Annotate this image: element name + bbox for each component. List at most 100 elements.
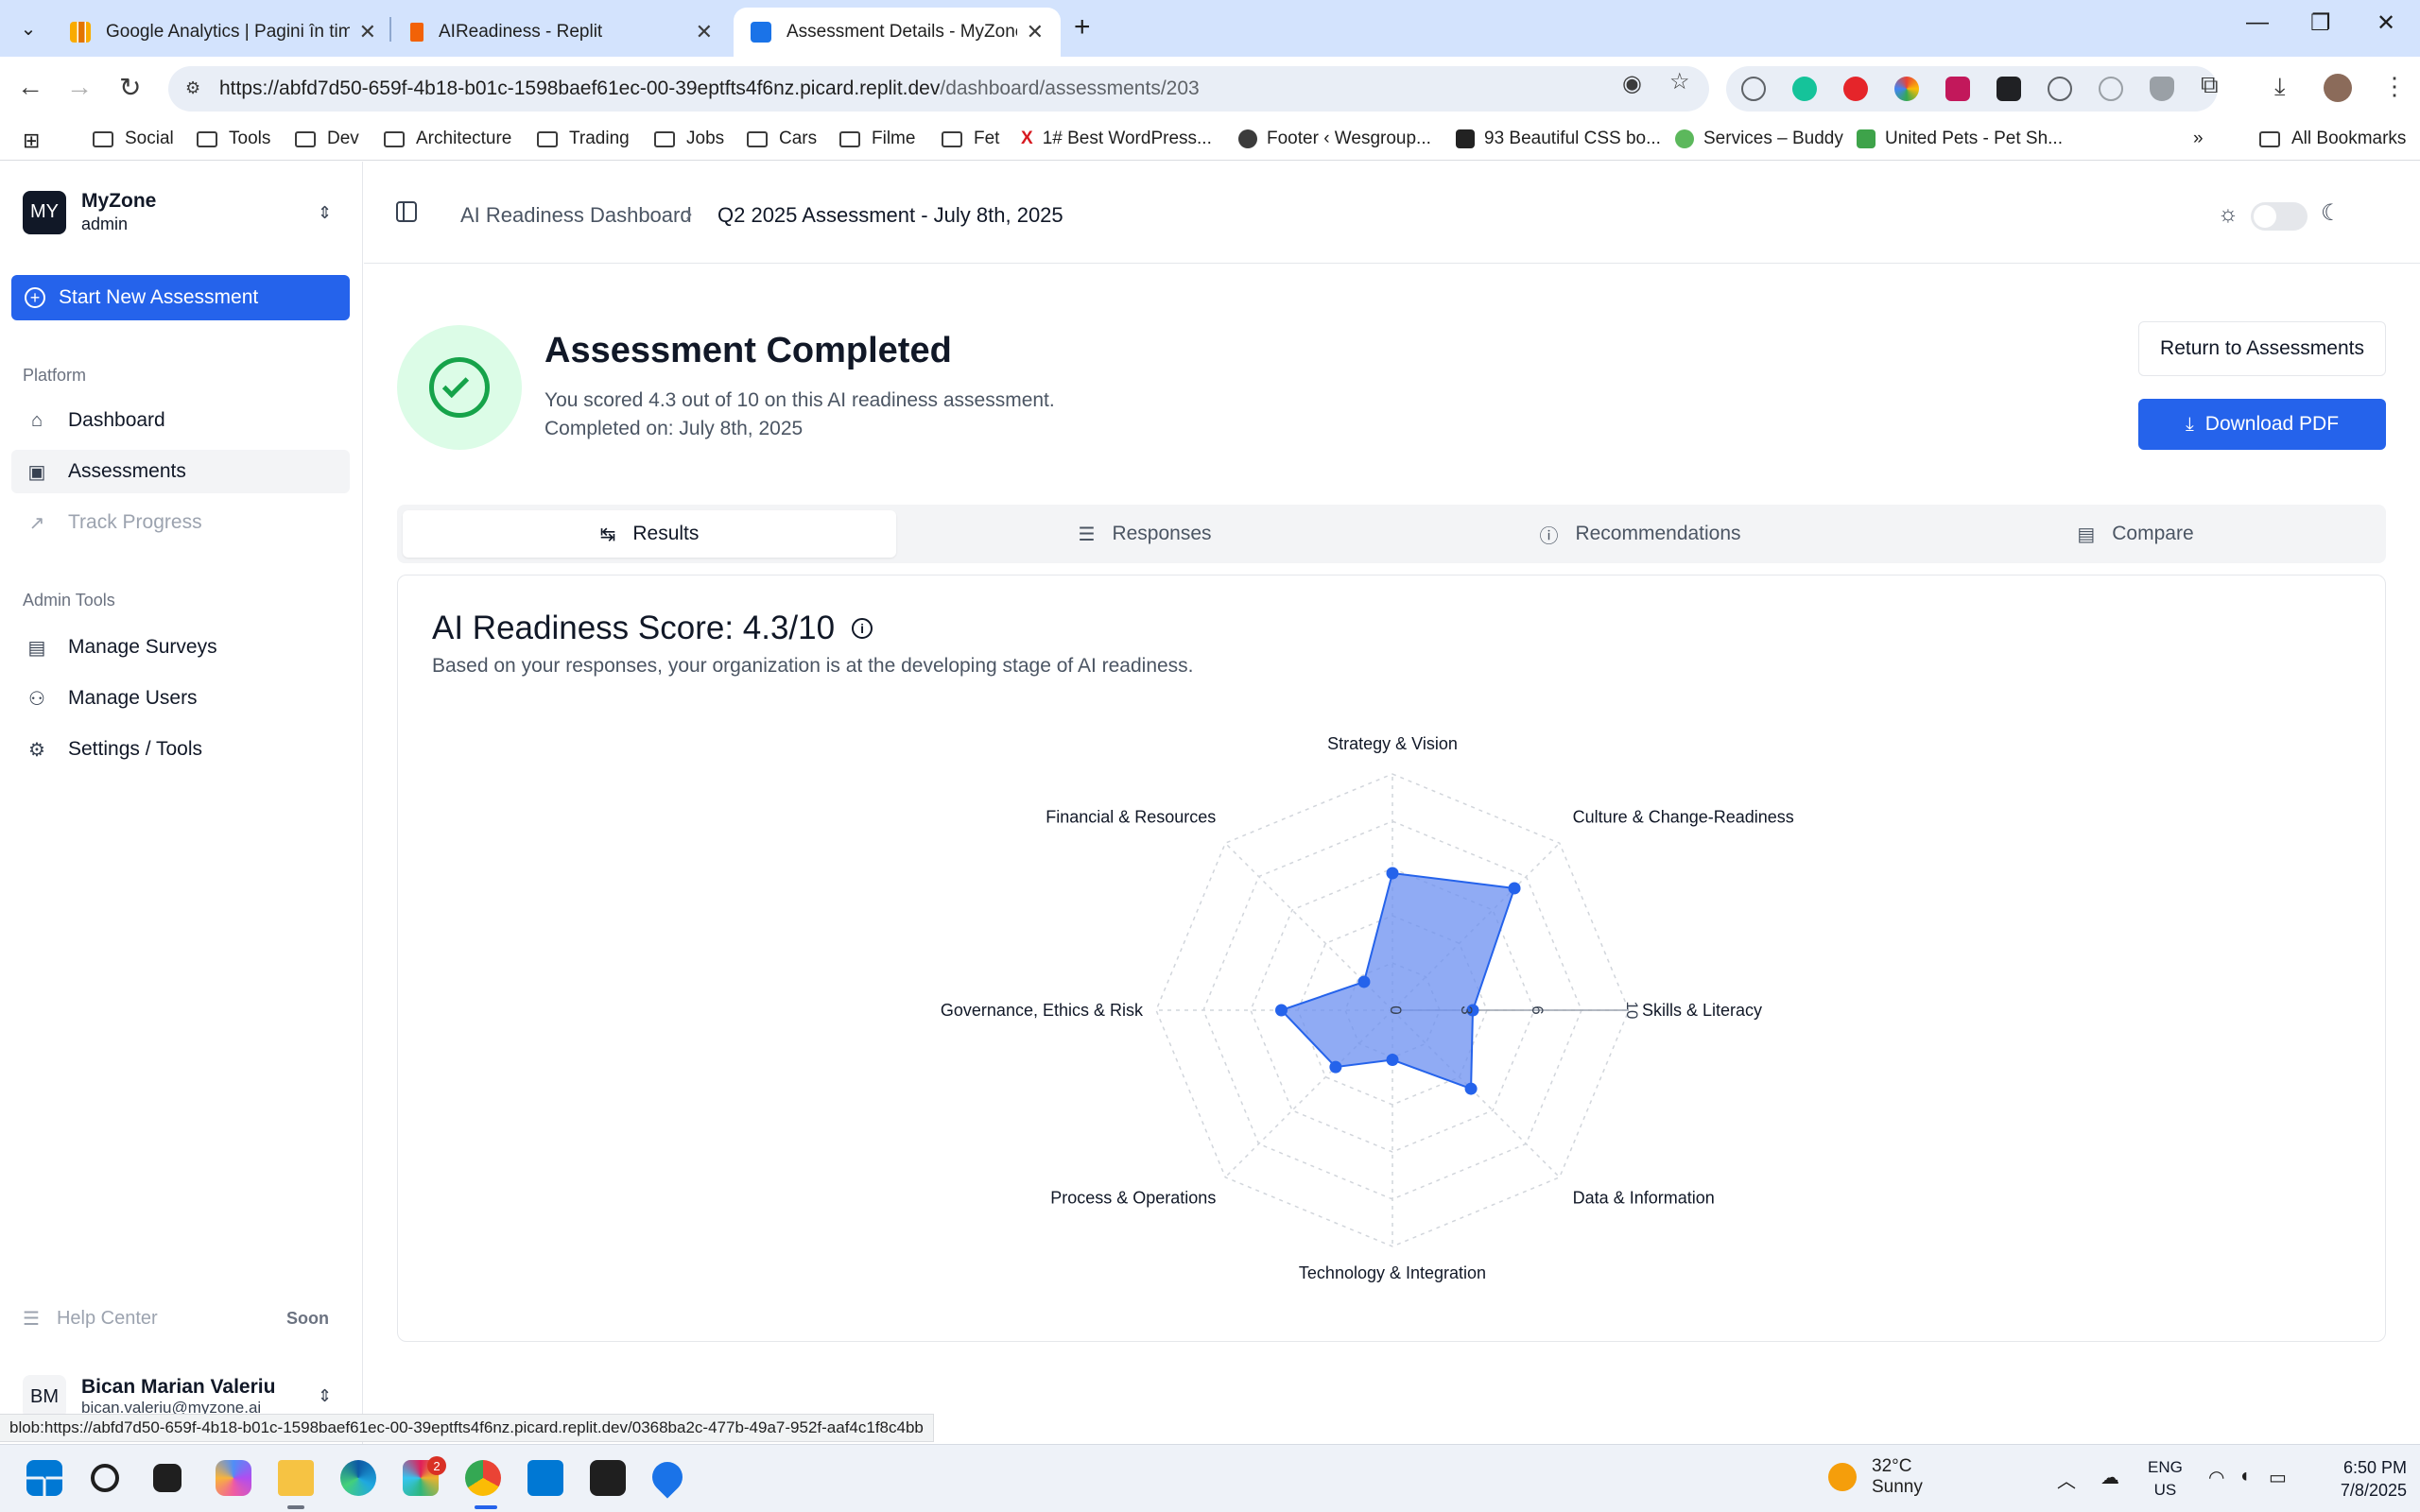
chevron-up-icon[interactable]: ︿ (2057, 1466, 2076, 1493)
sidebar-item-label: Manage Surveys (68, 636, 217, 658)
bookmark-label: Footer ‹ Wesgroup... (1267, 129, 1431, 148)
font-icon[interactable] (1996, 77, 2021, 101)
sidebar-item-assessments[interactable]: ▣ Assessments (11, 450, 350, 493)
bookmark-label: Social (125, 129, 174, 148)
clock-date: 7/8/2025 (2340, 1481, 2407, 1500)
sidebar-item-manage-surveys[interactable]: ▤ Manage Surveys (11, 626, 350, 669)
sidebar-item-manage-users[interactable]: ⚇ Manage Users (11, 677, 350, 720)
download-pdf-button[interactable]: ⤓ Download PDF (2138, 399, 2386, 450)
battery-icon[interactable]: ▭ (2269, 1466, 2287, 1489)
volume-icon[interactable]: ◖ (2238, 1466, 2250, 1487)
address-bar[interactable]: ⚙ https://abfd7d50-659f-4b18-b01c-1598ba… (168, 66, 1709, 112)
theme-toggle[interactable] (2251, 202, 2308, 231)
sidebar-item-settings[interactable]: ⚙ Settings / Tools (11, 728, 350, 771)
browser-tab-active[interactable]: Assessment Details - MyZone A ✕ (734, 8, 1061, 57)
bookmark-folder[interactable]: Filme (839, 129, 915, 149)
radar-data-point (1386, 1054, 1399, 1066)
sidebar-item-track-progress[interactable]: ↗ Track Progress (11, 501, 350, 544)
folder-icon (384, 130, 405, 147)
close-tab-icon[interactable]: ✕ (1027, 20, 1044, 44)
site-settings-icon[interactable]: ⚙ (185, 78, 206, 99)
back-arrow-icon[interactable]: ← (17, 72, 43, 102)
chevron-up-down-icon[interactable]: ⇕ (318, 203, 332, 223)
extensions-puzzle-icon[interactable]: ⧉ (2201, 70, 2219, 100)
adblock-icon[interactable] (1843, 77, 1868, 101)
help-center-item[interactable]: ☰ Help Center Soon (23, 1307, 344, 1331)
new-tab-plus-icon[interactable]: + (1074, 11, 1091, 43)
apps-grid-icon[interactable]: ⊞ (23, 129, 40, 153)
location-pin-icon[interactable] (646, 1455, 689, 1499)
edge-browser-icon[interactable] (340, 1460, 376, 1496)
bookmark-folder[interactable]: Jobs (654, 129, 724, 149)
windows-start-icon[interactable] (26, 1460, 62, 1496)
close-tab-icon[interactable]: ✕ (696, 20, 713, 44)
all-bookmarks-button[interactable]: All Bookmarks (2259, 129, 2406, 149)
tab-results[interactable]: ↹ Results (403, 510, 896, 558)
folder-icon (537, 130, 558, 147)
bug-icon[interactable] (2048, 77, 2072, 101)
shield-icon[interactable] (2150, 77, 2174, 101)
tab-search-icon[interactable]: ⌄ (13, 13, 43, 43)
clock-time: 6:50 PM (2342, 1458, 2407, 1477)
sidebar-toggle-icon[interactable] (396, 201, 417, 222)
restore-icon[interactable]: ❐ (2310, 9, 2331, 37)
terminal-app-icon[interactable] (590, 1460, 626, 1496)
analytics-favicon-icon (70, 22, 91, 43)
bookmark-folder[interactable]: Social (93, 129, 174, 149)
file-explorer-icon[interactable] (278, 1460, 314, 1496)
return-to-assessments-button[interactable]: Return to Assessments (2138, 321, 2386, 376)
bookmark-folder[interactable]: Trading (537, 129, 630, 149)
copilot-icon[interactable] (216, 1460, 251, 1496)
bookmark-link[interactable]: X 1# Best WordPress... (1021, 129, 1212, 149)
cloud-icon[interactable]: ☁ (2100, 1466, 2119, 1489)
system-clock[interactable]: 6:50 PM 7/8/2025 (2320, 1456, 2407, 1502)
forward-arrow-icon[interactable]: → (66, 72, 93, 102)
extension-icon[interactable] (1741, 77, 1766, 101)
language-indicator[interactable]: ENG US (2148, 1456, 2183, 1502)
bookmark-star-icon[interactable]: ☆ (1669, 68, 1690, 95)
bookmark-link[interactable]: 93 Beautiful CSS bo... (1456, 129, 1661, 149)
tab-compare[interactable]: ▤ Compare (1889, 510, 2382, 558)
bookmark-link[interactable]: United Pets - Pet Sh... (1857, 129, 2063, 149)
bookmark-folder[interactable]: Architecture (384, 129, 511, 149)
clipboard-icon: ▣ (27, 461, 46, 483)
extension-icon[interactable] (1945, 77, 1970, 101)
color-picker-icon[interactable] (1894, 77, 1919, 101)
start-new-assessment-button[interactable]: + Start New Assessment (11, 275, 350, 320)
minimize-icon[interactable]: — (2246, 9, 2269, 36)
bookmark-folder[interactable]: Cars (747, 129, 817, 149)
weather-widget[interactable]: 32°C Sunny (1828, 1456, 1923, 1498)
chevron-up-down-icon[interactable]: ⇕ (318, 1386, 332, 1406)
browser-tab[interactable]: AIReadiness - Replit ✕ (393, 8, 730, 57)
trend-icon: ↗ (28, 512, 45, 534)
download-icon[interactable]: ⤓ (2274, 72, 2286, 102)
close-tab-icon[interactable]: ✕ (359, 20, 376, 44)
sidebar-item-dashboard[interactable]: ⌂ Dashboard (11, 399, 350, 442)
task-view-icon[interactable] (153, 1464, 182, 1492)
more-bookmarks-icon[interactable]: » (2193, 129, 2204, 149)
profile-avatar[interactable] (2324, 74, 2352, 102)
browser-tab[interactable]: Google Analytics | Pagini în tim ✕ (53, 8, 393, 57)
reload-icon[interactable]: ↻ (119, 72, 141, 103)
bookmark-folder[interactable]: Tools (197, 129, 270, 149)
tab-recommendations[interactable]: ⓘ Recommendations (1393, 510, 1887, 558)
wifi-icon[interactable]: ◠ (2208, 1466, 2224, 1489)
bookmark-folder[interactable]: Dev (295, 129, 359, 149)
bookmark-folder[interactable]: Fet (942, 129, 999, 149)
org-logo: MY (23, 190, 66, 234)
grammarly-icon[interactable] (1792, 77, 1817, 101)
tab-responses[interactable]: ☰ Responses (898, 510, 1392, 558)
more-menu-icon[interactable]: ⋮ (2382, 72, 2407, 101)
breadcrumb-parent[interactable]: AI Readiness Dashboard (460, 203, 692, 228)
bookmark-link[interactable]: Services – Buddy (1675, 129, 1843, 149)
eye-icon[interactable]: ◉ (1622, 70, 1642, 97)
user-menu[interactable]: BM Bican Marian Valeriu bican.valeriu@my… (23, 1375, 275, 1418)
bookmark-link[interactable]: Footer ‹ Wesgroup... (1238, 129, 1431, 149)
compass-icon[interactable] (2099, 77, 2123, 101)
vscode-icon[interactable] (527, 1460, 563, 1496)
folder-icon (2259, 130, 2280, 147)
org-switcher[interactable]: MY MyZone admin (23, 190, 156, 234)
chrome-icon[interactable] (465, 1460, 501, 1496)
search-icon[interactable] (91, 1464, 119, 1492)
window-close-icon[interactable]: ✕ (2377, 9, 2395, 37)
